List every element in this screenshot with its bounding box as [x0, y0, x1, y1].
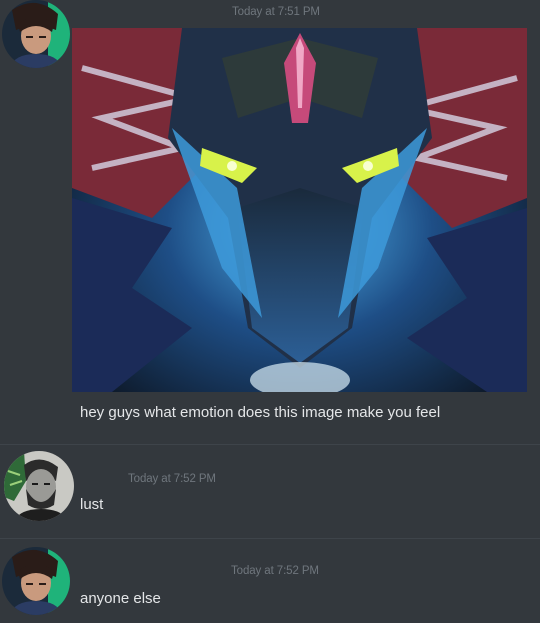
user-avatar-icon [4, 451, 74, 521]
avatar-user-a[interactable] [2, 0, 70, 68]
message-timestamp: Today at 7:52 PM [231, 565, 319, 577]
user-avatar-icon [2, 547, 70, 615]
avatar-user-b[interactable] [4, 451, 74, 521]
message-text: lust [80, 496, 104, 513]
message-text: hey guys what emotion does this image ma… [80, 404, 441, 421]
message-3: Today at 7:52 PM anyone else [0, 539, 540, 623]
message-2: Today at 7:52 PM lust [0, 445, 540, 537]
message-1: Today at 7:51 PM hey guys what emotion d… [0, 0, 540, 440]
user-avatar-icon [2, 0, 70, 68]
avatar-user-a[interactable] [2, 547, 70, 615]
message-timestamp: Today at 7:52 PM [128, 473, 216, 485]
message-timestamp: Today at 7:51 PM [232, 6, 320, 18]
image-attachment[interactable] [72, 28, 527, 392]
dragon-illustration-image [72, 28, 527, 392]
message-text: anyone else [80, 590, 161, 607]
